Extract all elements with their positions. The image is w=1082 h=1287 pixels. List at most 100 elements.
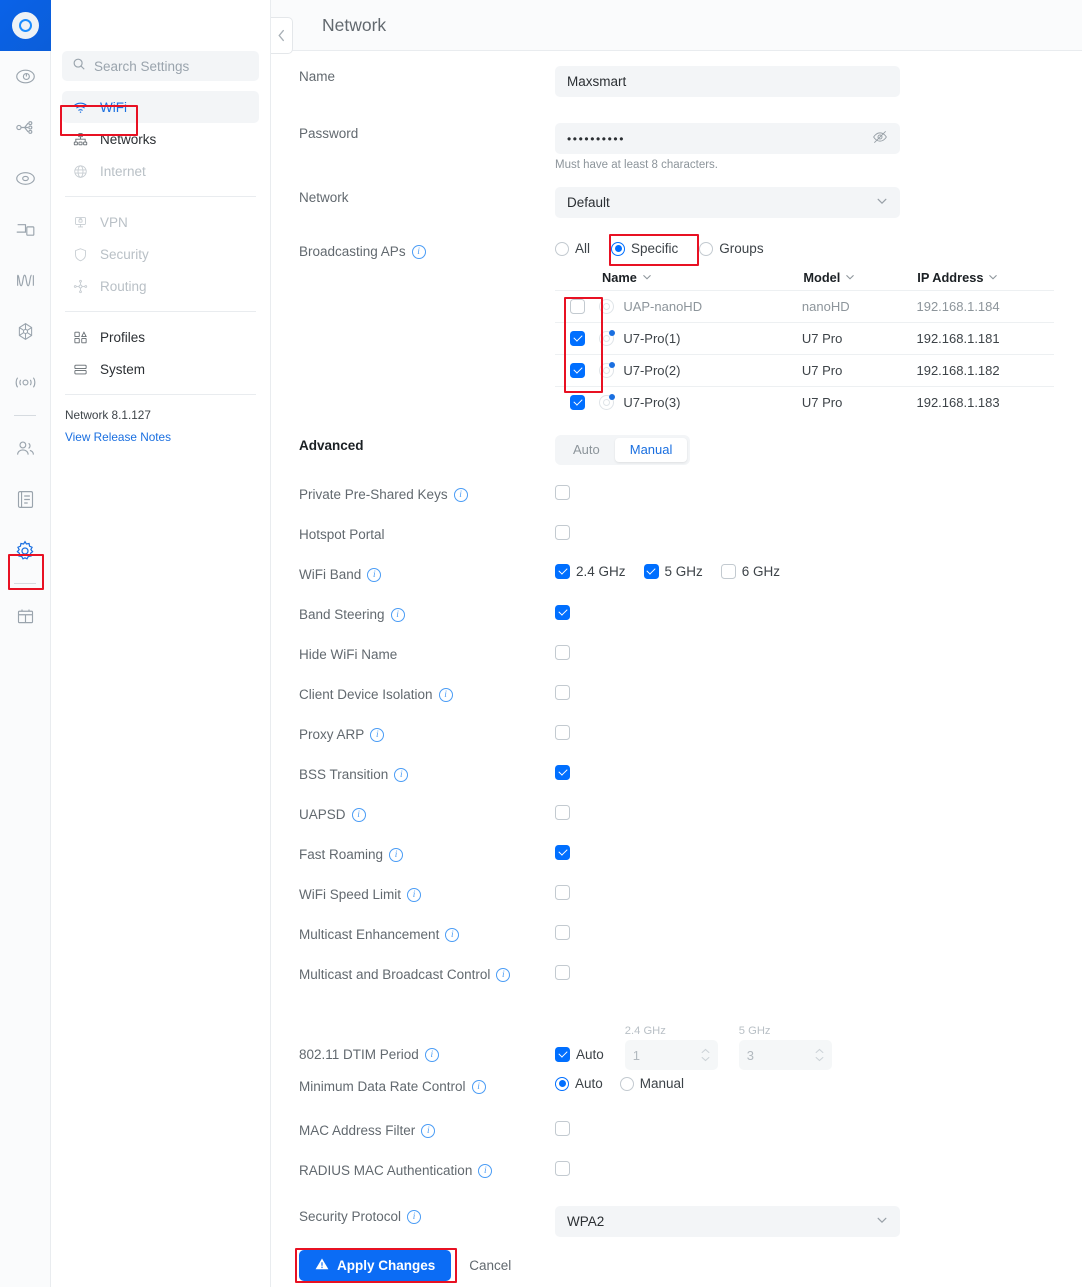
band-option-2-4ghz[interactable]: 2.4 GHz [555,564,626,579]
info-icon[interactable]: i [438,687,453,702]
table-row[interactable]: UAP-nanoHD nanoHD 192.168.1.184 [555,290,1054,322]
sidebar-item-internet[interactable]: Internet [62,155,259,187]
topology-icon[interactable] [0,102,51,153]
cancel-button[interactable]: Cancel [469,1258,511,1273]
packages-icon[interactable] [0,591,51,642]
hotspot-portal-checkbox[interactable] [555,525,570,541]
dashboard-icon[interactable] [0,51,51,102]
info-icon[interactable]: i [389,847,404,862]
logs-icon[interactable] [0,474,51,525]
row-checkbox[interactable] [570,363,585,378]
view-release-notes-link[interactable]: View Release Notes [62,422,259,444]
network-select[interactable]: Default [555,187,900,218]
info-icon[interactable]: i [351,807,366,822]
sidebar-item-routing[interactable]: Routing [62,270,259,302]
band-steering-checkbox[interactable] [555,605,570,621]
radio-option-specific[interactable]: Specific [611,241,678,256]
fast-roaming-checkbox[interactable] [555,845,570,861]
eye-off-icon[interactable] [872,129,888,148]
info-icon[interactable]: i [471,1079,486,1094]
table-row[interactable]: U7-Pro(2) U7 Pro 192.168.1.182 [555,354,1054,386]
stepper-arrows-icon[interactable] [815,1048,824,1062]
band-checkbox[interactable] [643,564,659,579]
sidebar-item-security[interactable]: Security [62,238,259,270]
sidebar-item-profiles[interactable]: Profiles [62,321,259,353]
segment-auto[interactable]: Auto [558,438,615,462]
sidebar-item-system[interactable]: System [62,353,259,385]
field-name: Name Maxsmart [299,66,1068,106]
row-checkbox[interactable] [570,395,585,410]
sidebar-item-wifi[interactable]: WiFi [62,91,259,123]
band-checkbox[interactable] [720,564,736,579]
private-pre-shared-keys-checkbox[interactable] [555,485,570,501]
table-row[interactable]: U7-Pro(3) U7 Pro 192.168.1.183 [555,386,1054,418]
stepper-arrows-icon[interactable] [701,1048,710,1062]
radio-option-manual[interactable]: Manual [619,1076,684,1091]
multicast-enhancement-checkbox[interactable] [555,925,570,941]
info-icon[interactable]: i [370,727,385,742]
client-devices-icon[interactable] [0,204,51,255]
info-icon[interactable]: i [424,1047,439,1062]
client-device-isolation-checkbox[interactable] [555,685,570,701]
column-header-ip-address[interactable]: IP Address [917,270,1054,285]
chevron-down-icon [845,270,855,285]
collapse-sidebar-button[interactable] [271,17,293,54]
uapsd-checkbox[interactable] [555,805,570,821]
cell-model: U7 Pro [801,363,843,378]
info-icon[interactable]: i [390,607,405,622]
field-label: RADIUS MAC Authentication i [299,1160,555,1178]
unifi-logo[interactable] [0,0,51,51]
radius-mac-authentication-checkbox[interactable] [555,1161,570,1177]
band-checkbox[interactable] [555,564,570,579]
table-row[interactable]: U7-Pro(1) U7 Pro 192.168.1.181 [555,322,1054,354]
wireless-icon[interactable] [0,357,51,408]
wifi-speed-limit-checkbox[interactable] [555,885,570,901]
bss-transition-checkbox[interactable] [555,765,570,781]
security-protocol-select[interactable]: WPA2 [555,1206,900,1237]
column-header-name[interactable]: Name [602,270,803,285]
field-proxy-arp: Proxy ARP i [299,724,1068,764]
proxy-arp-checkbox[interactable] [555,725,570,741]
settings-icon[interactable] [0,525,51,576]
radio-circle [555,241,569,256]
info-icon[interactable]: i [421,1123,436,1138]
password-input[interactable]: •••••••••• [555,123,900,154]
info-icon[interactable]: i [453,487,468,502]
segment-manual[interactable]: Manual [614,438,688,462]
band-option-5ghz[interactable]: 5 GHz [643,564,703,579]
row-checkbox[interactable] [570,331,585,346]
dtim-auto-option[interactable]: Auto [555,1047,604,1070]
dtim-2-4ghz-stepper[interactable]: 1 [624,1040,718,1070]
apply-changes-button[interactable]: Apply Changes [299,1249,452,1281]
label-text: Security Protocol [299,1209,402,1224]
radio-option-groups[interactable]: Groups [699,241,764,256]
info-icon[interactable]: i [411,244,426,259]
traffic-icon[interactable] [0,255,51,306]
unifi-devices-icon[interactable] [0,153,51,204]
radio-option-auto[interactable]: Auto [555,1076,603,1091]
info-icon[interactable]: i [496,967,511,982]
sidebar-item-networks[interactable]: Networks [62,123,259,155]
dtim-5ghz-stepper[interactable]: 3 [738,1040,832,1070]
row-checkbox-cell [555,395,599,410]
mac-address-filter-checkbox[interactable] [555,1121,570,1137]
search-settings-input[interactable]: Search Settings [62,51,259,81]
info-icon[interactable]: i [478,1163,493,1178]
sidebar-item-vpn[interactable]: VPN [62,206,259,238]
multicast-broadcast-control-checkbox[interactable] [555,965,570,981]
info-icon[interactable]: i [394,767,409,782]
clients-icon[interactable] [0,423,51,474]
info-icon[interactable]: i [407,887,422,902]
radio-option-all[interactable]: All [555,241,590,256]
column-header-model[interactable]: Model [803,270,917,285]
info-icon[interactable]: i [407,1209,422,1224]
network-map-icon[interactable] [0,306,51,357]
info-icon[interactable]: i [445,927,460,942]
info-icon[interactable]: i [367,567,382,582]
band-option-6ghz[interactable]: 6 GHz [720,564,780,579]
hide-wifi-name-checkbox[interactable] [555,645,570,661]
row-checkbox[interactable] [570,299,585,314]
rail-divider-2 [14,583,36,584]
dtim-auto-checkbox[interactable] [555,1047,570,1062]
name-input[interactable]: Maxsmart [555,66,900,97]
